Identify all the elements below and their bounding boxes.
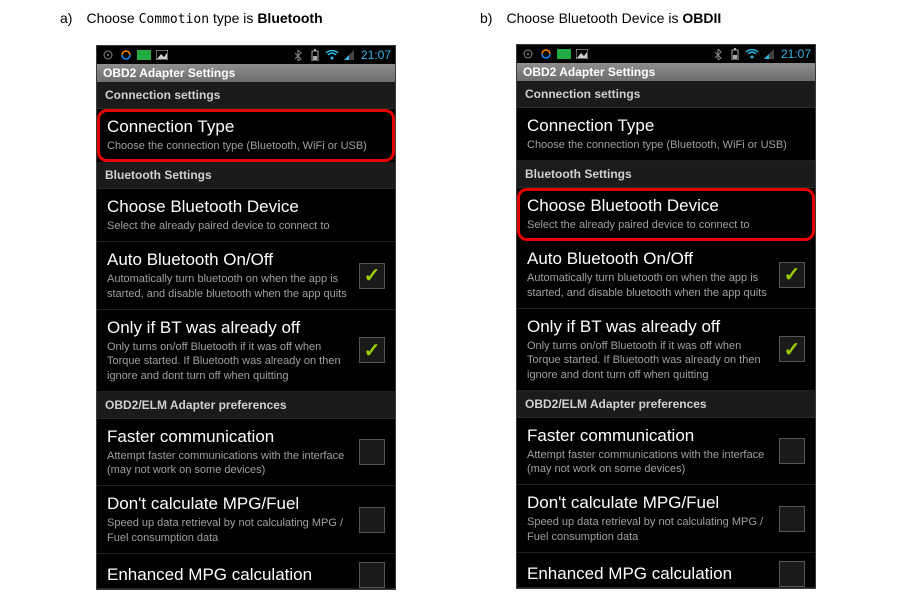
setting-no-mpg[interactable]: Don't calculate MPG/Fuel Speed up data r…	[97, 486, 395, 554]
checkbox-faster[interactable]	[779, 438, 805, 464]
setting-no-mpg[interactable]: Don't calculate MPG/Fuel Speed up data r…	[517, 485, 815, 553]
gps-icon	[521, 47, 535, 61]
setting-title: Don't calculate MPG/Fuel	[107, 494, 353, 514]
setting-connection-type[interactable]: Connection Type Choose the connection ty…	[517, 108, 815, 161]
setting-title: Only if BT was already off	[527, 317, 773, 337]
signal-icon	[342, 48, 356, 62]
signal-icon	[762, 47, 776, 61]
setting-subtitle: Select the already paired device to conn…	[107, 219, 385, 233]
status-bar: 21:07	[97, 46, 395, 64]
setting-title: Choose Bluetooth Device	[107, 197, 385, 217]
setting-subtitle: Automatically turn bluetooth on when the…	[107, 272, 353, 301]
app-icon	[557, 47, 571, 61]
column-b: b)Choose Bluetooth Device is OBDII 21:07	[480, 10, 850, 590]
phone-a: 21:07 OBD2 Adapter Settings Connection s…	[96, 45, 396, 590]
clock: 21:07	[361, 48, 391, 62]
setting-title: Auto Bluetooth On/Off	[527, 249, 773, 269]
sync-icon	[539, 47, 553, 61]
setting-subtitle: Speed up data retrieval by not calculati…	[527, 515, 773, 544]
checkbox-auto-bt[interactable]	[359, 263, 385, 289]
checkbox-enh-mpg[interactable]	[779, 561, 805, 587]
section-bluetooth: Bluetooth Settings	[97, 162, 395, 189]
setting-subtitle: Choose the connection type (Bluetooth, W…	[107, 139, 385, 153]
setting-subtitle: Select the already paired device to conn…	[527, 218, 805, 232]
clock: 21:07	[781, 47, 811, 61]
setting-title: Enhanced MPG calculation	[527, 564, 773, 584]
phone-b: 21:07 OBD2 Adapter Settings Connection s…	[516, 44, 816, 589]
section-obd2: OBD2/ELM Adapter preferences	[97, 392, 395, 419]
setting-title: Enhanced MPG calculation	[107, 565, 353, 585]
app-title-bar: OBD2 Adapter Settings	[97, 64, 395, 82]
setting-connection-type[interactable]: Connection Type Choose the connection ty…	[97, 109, 395, 162]
app-title-bar: OBD2 Adapter Settings	[517, 63, 815, 81]
image-icon	[575, 47, 589, 61]
setting-auto-bluetooth[interactable]: Auto Bluetooth On/Off Automatically turn…	[517, 241, 815, 309]
checkbox-faster[interactable]	[359, 439, 385, 465]
setting-only-if-off[interactable]: Only if BT was already off Only turns on…	[97, 310, 395, 392]
checkbox-no-mpg[interactable]	[779, 506, 805, 532]
setting-only-if-off[interactable]: Only if BT was already off Only turns on…	[517, 309, 815, 391]
setting-title: Choose Bluetooth Device	[527, 196, 805, 216]
setting-title: Faster communication	[107, 427, 353, 447]
setting-subtitle: Only turns on/off Bluetooth if it was of…	[107, 340, 353, 383]
sync-icon	[119, 48, 133, 62]
section-connection: Connection settings	[517, 81, 815, 108]
bluetooth-icon	[291, 48, 305, 62]
checkbox-only-off[interactable]	[779, 336, 805, 362]
setting-subtitle: Attempt faster communications with the i…	[527, 448, 773, 477]
setting-subtitle: Choose the connection type (Bluetooth, W…	[527, 138, 805, 152]
setting-title: Don't calculate MPG/Fuel	[527, 493, 773, 513]
setting-subtitle: Speed up data retrieval by not calculati…	[107, 516, 353, 545]
checkbox-only-off[interactable]	[359, 337, 385, 363]
battery-icon	[308, 48, 322, 62]
image-icon	[155, 48, 169, 62]
setting-title: Connection Type	[107, 117, 385, 137]
status-bar: 21:07	[517, 45, 815, 63]
setting-subtitle: Only turns on/off Bluetooth if it was of…	[527, 339, 773, 382]
section-connection: Connection settings	[97, 82, 395, 109]
setting-faster-comm[interactable]: Faster communication Attempt faster comm…	[97, 419, 395, 487]
setting-title: Auto Bluetooth On/Off	[107, 250, 353, 270]
wifi-icon	[745, 47, 759, 61]
setting-title: Faster communication	[527, 426, 773, 446]
checkbox-no-mpg[interactable]	[359, 507, 385, 533]
caption-letter: a)	[60, 10, 72, 26]
caption-a: a)Choose Commotion type is Bluetooth	[60, 10, 430, 27]
battery-icon	[728, 47, 742, 61]
section-bluetooth: Bluetooth Settings	[517, 161, 815, 188]
wifi-icon	[325, 48, 339, 62]
section-obd2: OBD2/ELM Adapter preferences	[517, 391, 815, 418]
setting-enhanced-mpg[interactable]: Enhanced MPG calculation	[517, 553, 815, 588]
gps-icon	[101, 48, 115, 62]
app-icon	[137, 48, 151, 62]
setting-faster-comm[interactable]: Faster communication Attempt faster comm…	[517, 418, 815, 486]
column-a: a)Choose Commotion type is Bluetooth 21:…	[60, 10, 430, 590]
caption-letter: b)	[480, 10, 492, 26]
setting-title: Connection Type	[527, 116, 805, 136]
checkbox-auto-bt[interactable]	[779, 262, 805, 288]
caption-b: b)Choose Bluetooth Device is OBDII	[480, 10, 850, 26]
app-title: OBD2 Adapter Settings	[103, 66, 235, 80]
bluetooth-icon	[711, 47, 725, 61]
setting-choose-bluetooth[interactable]: Choose Bluetooth Device Select the alrea…	[97, 189, 395, 242]
setting-enhanced-mpg[interactable]: Enhanced MPG calculation	[97, 554, 395, 589]
setting-choose-bluetooth[interactable]: Choose Bluetooth Device Select the alrea…	[517, 188, 815, 241]
setting-subtitle: Attempt faster communications with the i…	[107, 449, 353, 478]
checkbox-enh-mpg[interactable]	[359, 562, 385, 588]
setting-subtitle: Automatically turn bluetooth on when the…	[527, 271, 773, 300]
setting-auto-bluetooth[interactable]: Auto Bluetooth On/Off Automatically turn…	[97, 242, 395, 310]
setting-title: Only if BT was already off	[107, 318, 353, 338]
app-title: OBD2 Adapter Settings	[523, 65, 655, 79]
